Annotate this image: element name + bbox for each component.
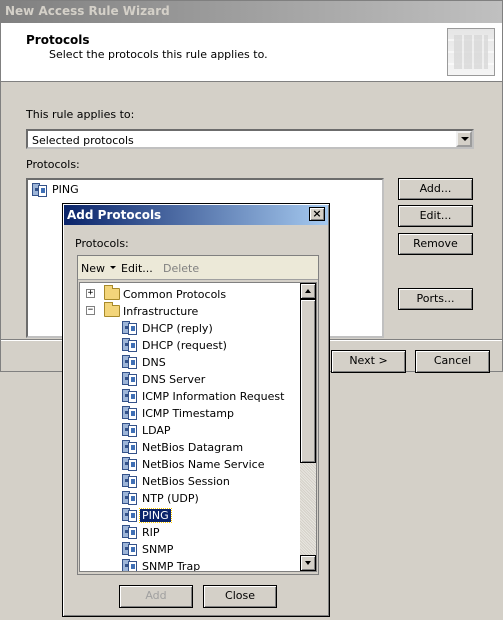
protocol-icon: [122, 524, 138, 540]
tree-item-label: ICMP Timestamp: [142, 407, 234, 420]
tree-item-label: DHCP (request): [142, 339, 227, 352]
add-protocols-dialog: Add Protocols × Protocols: New Edit... D…: [62, 203, 330, 617]
remove-button[interactable]: Remove: [398, 233, 473, 255]
tree-folder-label: Common Protocols: [123, 288, 227, 301]
ports-button[interactable]: Ports...: [398, 288, 473, 310]
tree-item-label: LDAP: [142, 424, 171, 437]
chevron-down-icon[interactable]: [110, 266, 116, 269]
wizard-header-graphic-icon: [447, 28, 495, 76]
tree-item-label: DNS: [142, 356, 166, 369]
protocol-icon: [122, 456, 138, 472]
expand-icon[interactable]: +: [86, 289, 95, 298]
tree-item-label: NetBios Session: [142, 475, 230, 488]
next-button[interactable]: Next >: [331, 350, 406, 373]
protocols-tree[interactable]: + Common Protocols − Infrastructure DHCP…: [79, 282, 317, 572]
tree-item-label: DNS Server: [142, 373, 206, 386]
edit-menu-button[interactable]: Edit...: [121, 262, 153, 275]
protocol-icon: [122, 558, 138, 571]
protocol-icon: [122, 320, 138, 336]
scrollbar-thumb[interactable]: [300, 299, 316, 463]
tree-item-label: DHCP (reply): [142, 322, 213, 335]
protocol-icon: [122, 388, 138, 404]
protocol-icon: [122, 405, 138, 421]
tree-item-label: PING: [139, 508, 172, 523]
applies-to-dropdown[interactable]: Selected protocols: [26, 129, 474, 149]
tree-item-label: ICMP Information Request: [142, 390, 285, 403]
protocol-icon: [122, 371, 138, 387]
cancel-button[interactable]: Cancel: [415, 350, 490, 373]
dialog-protocols-label: Protocols:: [75, 237, 129, 250]
wizard-titlebar: New Access Rule Wizard: [1, 1, 502, 23]
protocol-icon: [122, 541, 138, 557]
scrollbar[interactable]: [300, 283, 316, 571]
scroll-down-icon[interactable]: [300, 555, 316, 571]
wizard-header: Protocols Select the protocols this rule…: [1, 23, 502, 82]
dialog-titlebar[interactable]: Add Protocols ×: [64, 205, 328, 225]
toolbar: New Edit... Delete: [78, 256, 318, 280]
list-item-label: PING: [52, 183, 79, 196]
applies-to-value: Selected protocols: [32, 134, 134, 147]
protocol-icon: [122, 439, 138, 455]
protocol-icon: [122, 507, 138, 523]
chevron-down-icon[interactable]: [456, 131, 472, 147]
wizard-title: New Access Rule Wizard: [5, 4, 170, 18]
folder-icon: [104, 285, 120, 300]
tree-item-label: SNMP: [142, 543, 174, 556]
add-button[interactable]: Add...: [398, 178, 473, 200]
tree-folder-label: Infrastructure: [123, 305, 199, 318]
applies-to-label: This rule applies to:: [26, 108, 135, 121]
tree-item-label: NetBios Name Service: [142, 458, 265, 471]
scroll-up-icon[interactable]: [300, 283, 316, 299]
folder-open-icon: [104, 302, 120, 317]
collapse-icon[interactable]: −: [86, 306, 95, 315]
protocol-icon: [122, 422, 138, 438]
edit-button[interactable]: Edit...: [398, 205, 473, 227]
page-title: Protocols: [26, 33, 90, 47]
protocol-icon: [122, 490, 138, 506]
dialog-add-button[interactable]: Add: [119, 585, 193, 608]
tree-item-label: NTP (UDP): [142, 492, 199, 505]
delete-menu-button[interactable]: Delete: [163, 262, 199, 275]
protocols-label: Protocols:: [26, 158, 80, 171]
protocol-icon: [122, 337, 138, 353]
close-icon[interactable]: ×: [309, 207, 325, 221]
protocols-panel: New Edit... Delete + Common Protocols − …: [77, 255, 319, 575]
dialog-close-button[interactable]: Close: [203, 585, 277, 608]
tree-item-label: NetBios Datagram: [142, 441, 244, 454]
tree-item-label: RIP: [142, 526, 160, 539]
tree-item-label: SNMP Trap: [142, 560, 201, 572]
protocol-icon: [122, 354, 138, 370]
page-subtitle: Select the protocols this rule applies t…: [49, 48, 268, 61]
new-menu-button[interactable]: New: [81, 262, 105, 275]
protocol-icon: [122, 473, 138, 489]
protocol-icon: [32, 182, 48, 198]
dialog-title: Add Protocols: [67, 208, 162, 222]
